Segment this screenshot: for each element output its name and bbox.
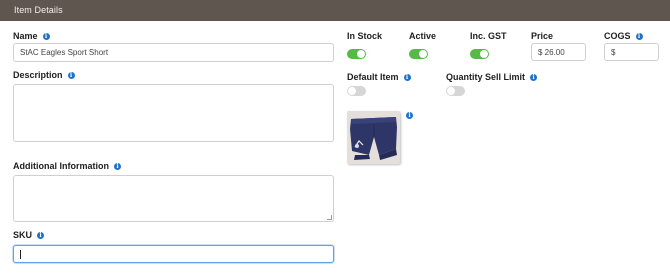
cogs-input-value: $	[611, 47, 616, 57]
name-input[interactable]: StAC Eagles Sport Short	[13, 43, 334, 62]
info-icon[interactable]: i	[114, 162, 121, 170]
price-label: Price	[531, 31, 553, 41]
resize-grip[interactable]	[327, 215, 332, 220]
description-label-text: Description	[13, 70, 63, 80]
name-label: Name i	[13, 31, 50, 41]
sku-input[interactable]	[13, 245, 334, 263]
toggle-knob	[419, 50, 427, 58]
panel-header: Item Details	[0, 0, 670, 21]
shorts-image	[347, 111, 400, 164]
info-icon[interactable]: i	[530, 73, 538, 81]
additional-information-label-text: Additional Information	[13, 161, 109, 171]
text-caret	[20, 249, 21, 259]
default-item-label: Default Item i	[347, 72, 411, 82]
inc-gst-label-text: Inc. GST	[470, 31, 507, 41]
in-stock-toggle[interactable]	[347, 49, 366, 59]
info-icon[interactable]: i	[37, 231, 45, 239]
active-label: Active	[409, 31, 436, 41]
panel-title: Item Details	[14, 5, 63, 15]
cogs-input[interactable]: $	[604, 43, 659, 61]
inc-gst-toggle[interactable]	[470, 49, 489, 59]
cogs-label-text: COGS	[604, 31, 631, 41]
sku-label: SKU i	[13, 230, 45, 240]
quantity-sell-limit-toggle[interactable]	[446, 86, 465, 96]
sku-label-text: SKU	[13, 230, 33, 240]
default-item-label-text: Default Item	[347, 72, 399, 82]
price-input-value: $ 26.00	[538, 47, 565, 57]
in-stock-label: In Stock	[347, 31, 382, 41]
info-icon[interactable]: i	[42, 32, 50, 40]
description-textarea[interactable]	[13, 84, 334, 142]
additional-information-label: Additional Information i	[13, 161, 121, 171]
name-label-text: Name	[13, 31, 38, 41]
description-label: Description i	[13, 70, 75, 80]
quantity-sell-limit-label-text: Quantity Sell Limit	[446, 72, 526, 82]
info-icon[interactable]: i	[403, 73, 411, 81]
name-input-value: StAC Eagles Sport Short	[20, 48, 109, 57]
quantity-sell-limit-label: Quantity Sell Limit i	[446, 72, 538, 82]
default-item-toggle[interactable]	[347, 86, 366, 96]
additional-information-textarea[interactable]	[13, 175, 334, 222]
toggle-knob	[348, 87, 356, 95]
active-label-text: Active	[409, 31, 437, 41]
info-icon[interactable]: i	[67, 71, 75, 79]
toggle-knob	[357, 50, 365, 58]
info-icon[interactable]: i	[406, 112, 413, 119]
product-image[interactable]	[347, 111, 400, 164]
active-toggle[interactable]	[409, 49, 428, 59]
price-input[interactable]: $ 26.00	[531, 43, 586, 61]
toggle-knob	[480, 50, 488, 58]
toggle-knob	[447, 87, 455, 95]
cogs-label: COGS i	[604, 31, 643, 41]
in-stock-label-text: In Stock	[347, 31, 383, 41]
inc-gst-label: Inc. GST	[470, 31, 507, 41]
price-label-text: Price	[531, 31, 554, 41]
info-icon[interactable]: i	[635, 32, 643, 40]
